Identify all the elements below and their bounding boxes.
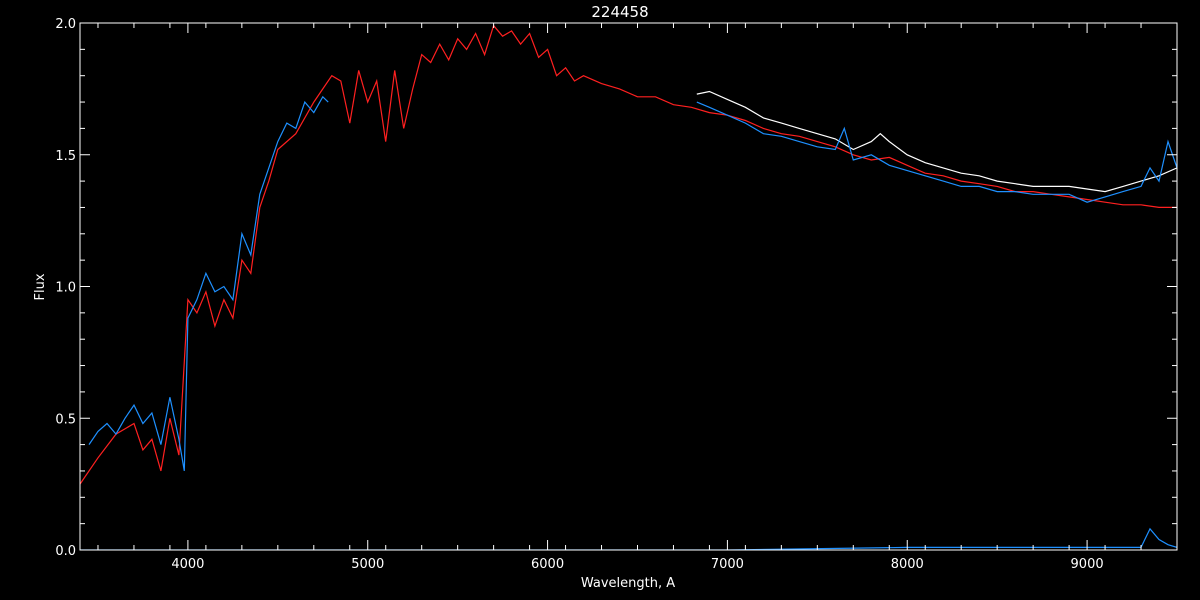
x-tick-label: 6000 (531, 557, 564, 572)
spectrum-chart: 4000 5000 6000 7000 8000 90000.00.51.01.52.0 … (0, 0, 1200, 600)
y-tick-label: 0.0 (55, 544, 76, 559)
x-tick-label: 7000 (711, 557, 744, 572)
x-tick-label: 4000 (171, 557, 204, 572)
y-tick-label: 1.5 (55, 149, 76, 164)
x-tick-label: 5000 (351, 557, 384, 572)
chart-title: 224458 (591, 3, 648, 21)
x-tick-label: 8000 (891, 557, 924, 572)
y-tick-label: 0.5 (55, 412, 76, 427)
y-tick-label: 1.0 (55, 281, 76, 296)
y-axis-title: Flux (33, 273, 48, 300)
y-tick-label: 2.0 (55, 17, 76, 32)
x-axis-title: Wavelength, A (581, 576, 675, 591)
x-tick-label: 9000 (1071, 557, 1104, 572)
chart-background (0, 0, 1200, 600)
